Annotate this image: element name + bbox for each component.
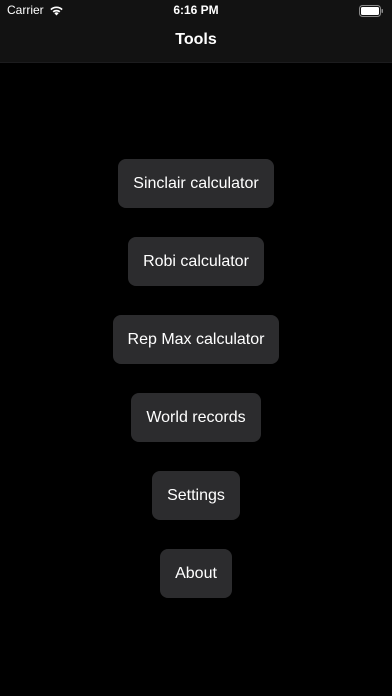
rep-max-calculator-button[interactable]: Rep Max calculator: [112, 315, 280, 364]
app-screen: Carrier 6:16 PM Tools Sinclair calculato…: [0, 0, 392, 696]
about-button[interactable]: About: [160, 549, 232, 598]
status-time: 6:16 PM: [173, 3, 219, 17]
tools-menu: Sinclair calculator Robi calculator Rep …: [0, 159, 392, 627]
settings-button[interactable]: Settings: [152, 471, 240, 520]
world-records-button[interactable]: World records: [131, 393, 261, 442]
top-bar: Carrier 6:16 PM Tools: [0, 0, 392, 63]
robi-calculator-button[interactable]: Robi calculator: [128, 237, 264, 286]
sinclair-calculator-button[interactable]: Sinclair calculator: [118, 159, 274, 208]
status-bar: Carrier 6:16 PM: [0, 0, 392, 22]
battery-icon: [359, 5, 384, 17]
page-title: Tools: [175, 31, 217, 48]
